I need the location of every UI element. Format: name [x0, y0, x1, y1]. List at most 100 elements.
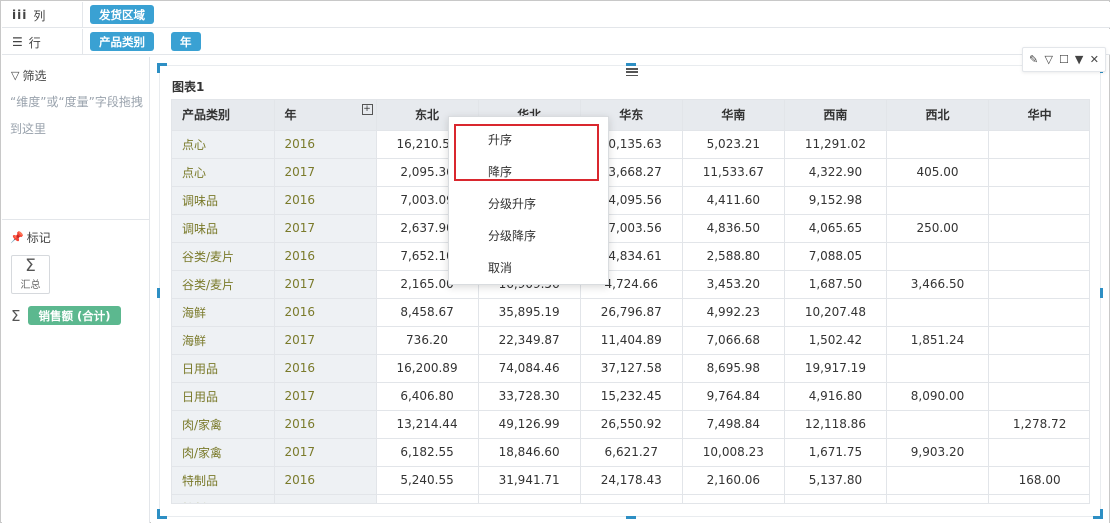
cell-sales-value[interactable]: 37,127.58: [580, 354, 683, 383]
cell-sales-value[interactable]: 6,406.80: [376, 382, 479, 411]
cell-sales-value[interactable]: 9,903.20: [886, 438, 990, 467]
row-pill-product-category[interactable]: 产品类别: [90, 32, 154, 51]
cell-sales-value[interactable]: [886, 242, 990, 271]
cell-sales-value[interactable]: 2,588.80: [682, 242, 785, 271]
cell-sales-value[interactable]: [988, 270, 1089, 299]
cell-sales-value[interactable]: [988, 382, 1089, 411]
cell-year[interactable]: 2016: [274, 130, 377, 159]
cell-sales-value[interactable]: 26,550.92: [580, 410, 683, 439]
cell-product-category[interactable]: 日用品: [172, 354, 275, 383]
cell-year[interactable]: 2016: [274, 466, 377, 495]
cell-product-category[interactable]: 谷类/麦片: [172, 242, 275, 271]
close-icon[interactable]: ✕: [1087, 53, 1101, 66]
cell-year[interactable]: 2017: [274, 494, 377, 503]
cell-sales-value[interactable]: 736.20: [376, 326, 479, 355]
cell-product-category[interactable]: 调味品: [172, 186, 275, 215]
cell-product-category[interactable]: 肉/家禽: [172, 410, 275, 439]
measure-pill-sales[interactable]: 销售额 (合计): [28, 306, 121, 325]
cell-sales-value[interactable]: 49,126.99: [478, 410, 581, 439]
resize-handle-left[interactable]: [157, 288, 160, 298]
cell-sales-value[interactable]: 6,182.55: [376, 438, 479, 467]
cell-year[interactable]: 2016: [274, 242, 377, 271]
chart-widget[interactable]: ✎ ▽ ☐ ▼ ✕ 图表1 产品类别 年 + 东北 华东 华南 西南 西北 华中…: [157, 47, 1106, 519]
maximize-icon[interactable]: ☐: [1057, 53, 1071, 66]
resize-handle-right[interactable]: [1100, 288, 1103, 298]
cell-sales-value[interactable]: [988, 214, 1089, 243]
cell-sales-value[interactable]: [376, 494, 479, 503]
cell-sales-value[interactable]: 5,240.55: [376, 466, 479, 495]
cell-sales-value[interactable]: [886, 410, 990, 439]
cell-sales-value[interactable]: 18,846.60: [478, 438, 581, 467]
cell-sales-value[interactable]: 9,152.98: [784, 186, 887, 215]
cell-year[interactable]: 2016: [274, 410, 377, 439]
selection-corner[interactable]: [157, 63, 167, 73]
selection-corner[interactable]: [157, 509, 167, 519]
cell-year[interactable]: 2016: [274, 298, 377, 327]
cell-sales-value[interactable]: [988, 298, 1089, 327]
cell-sales-value[interactable]: 11,533.67: [682, 158, 785, 187]
menu-item-hierarchical-ascending[interactable]: 分级升序: [449, 189, 608, 217]
row-pill-year[interactable]: 年: [171, 32, 201, 51]
cell-sales-value[interactable]: 7,088.05: [784, 242, 887, 271]
cell-product-category[interactable]: 点心: [172, 158, 275, 187]
cell-product-category[interactable]: 日用品: [172, 382, 275, 411]
cell-sales-value[interactable]: [988, 158, 1089, 187]
filter-drop-zone[interactable]: “维度”或“度量”字段拖拽到这里: [10, 89, 144, 143]
header-region[interactable]: 西南: [784, 100, 887, 131]
cell-sales-value[interactable]: 7,066.68: [682, 326, 785, 355]
cell-sales-value[interactable]: 168.00: [988, 466, 1089, 495]
cell-sales-value[interactable]: 22,349.87: [478, 326, 581, 355]
cell-year[interactable]: 2017: [274, 270, 377, 299]
expand-icon[interactable]: +: [361, 104, 373, 115]
cell-sales-value[interactable]: 4,916.80: [784, 382, 887, 411]
edit-icon[interactable]: ✎: [1027, 53, 1041, 66]
cell-sales-value[interactable]: 5,023.21: [682, 130, 785, 159]
cell-sales-value[interactable]: 1,671.75: [784, 438, 887, 467]
cell-sales-value[interactable]: 11,291.02: [784, 130, 887, 159]
cell-sales-value[interactable]: [886, 466, 990, 495]
cell-year[interactable]: 2017: [274, 214, 377, 243]
header-region[interactable]: 华南: [682, 100, 785, 131]
cell-year[interactable]: 2017: [274, 326, 377, 355]
cell-sales-value[interactable]: 3,466.50: [886, 270, 990, 299]
cell-product-category[interactable]: 调味品: [172, 214, 275, 243]
cell-sales-value[interactable]: 250.00: [886, 214, 990, 243]
cell-sales-value[interactable]: [988, 494, 1089, 503]
cell-sales-value[interactable]: 1,851.24: [886, 326, 990, 355]
cell-sales-value[interactable]: 4,992.23: [682, 298, 785, 327]
cell-sales-value[interactable]: [886, 354, 990, 383]
cell-sales-value[interactable]: 405.00: [886, 158, 990, 187]
cell-sales-value[interactable]: 4,836.50: [682, 214, 785, 243]
cell-year[interactable]: 2017: [274, 438, 377, 467]
cell-year[interactable]: 2016: [274, 186, 377, 215]
cell-sales-value[interactable]: 24,178.43: [580, 466, 683, 495]
cell-sales-value[interactable]: [988, 438, 1089, 467]
cell-sales-value[interactable]: [988, 186, 1089, 215]
cell-product-category[interactable]: 海鲜: [172, 298, 275, 327]
cell-sales-value[interactable]: 12,118.86: [784, 410, 887, 439]
header-product-category[interactable]: 产品类别: [172, 100, 275, 131]
cell-sales-value[interactable]: 7,498.84: [682, 410, 785, 439]
cell-sales-value[interactable]: 15,232.45: [580, 382, 683, 411]
cell-product-category[interactable]: 特制品: [172, 494, 275, 503]
cell-sales-value[interactable]: 1,278.72: [988, 410, 1089, 439]
cell-sales-value[interactable]: [988, 130, 1089, 159]
cell-sales-value[interactable]: 31,941.71: [478, 466, 581, 495]
cell-sales-value[interactable]: 1,502.42: [784, 326, 887, 355]
header-year[interactable]: 年 +: [274, 100, 377, 131]
cell-sales-value[interactable]: 2,160.06: [682, 466, 785, 495]
cell-year[interactable]: 2017: [274, 158, 377, 187]
cell-product-category[interactable]: 特制品: [172, 466, 275, 495]
cell-sales-value[interactable]: 11,404.89: [580, 326, 683, 355]
cell-sales-value[interactable]: 6,621.27: [580, 438, 683, 467]
header-region[interactable]: 西北: [886, 100, 990, 131]
cell-sales-value[interactable]: [478, 494, 581, 503]
cell-sales-value[interactable]: [886, 186, 990, 215]
cell-sales-value[interactable]: [988, 326, 1089, 355]
cell-sales-value[interactable]: 10,207.48: [784, 298, 887, 327]
drag-handle-icon[interactable]: [626, 68, 638, 76]
cell-sales-value[interactable]: [988, 354, 1089, 383]
menu-item-hierarchical-descending[interactable]: 分级降序: [449, 221, 608, 249]
cell-sales-value[interactable]: [580, 494, 683, 503]
cell-sales-value[interactable]: 4,065.65: [784, 214, 887, 243]
